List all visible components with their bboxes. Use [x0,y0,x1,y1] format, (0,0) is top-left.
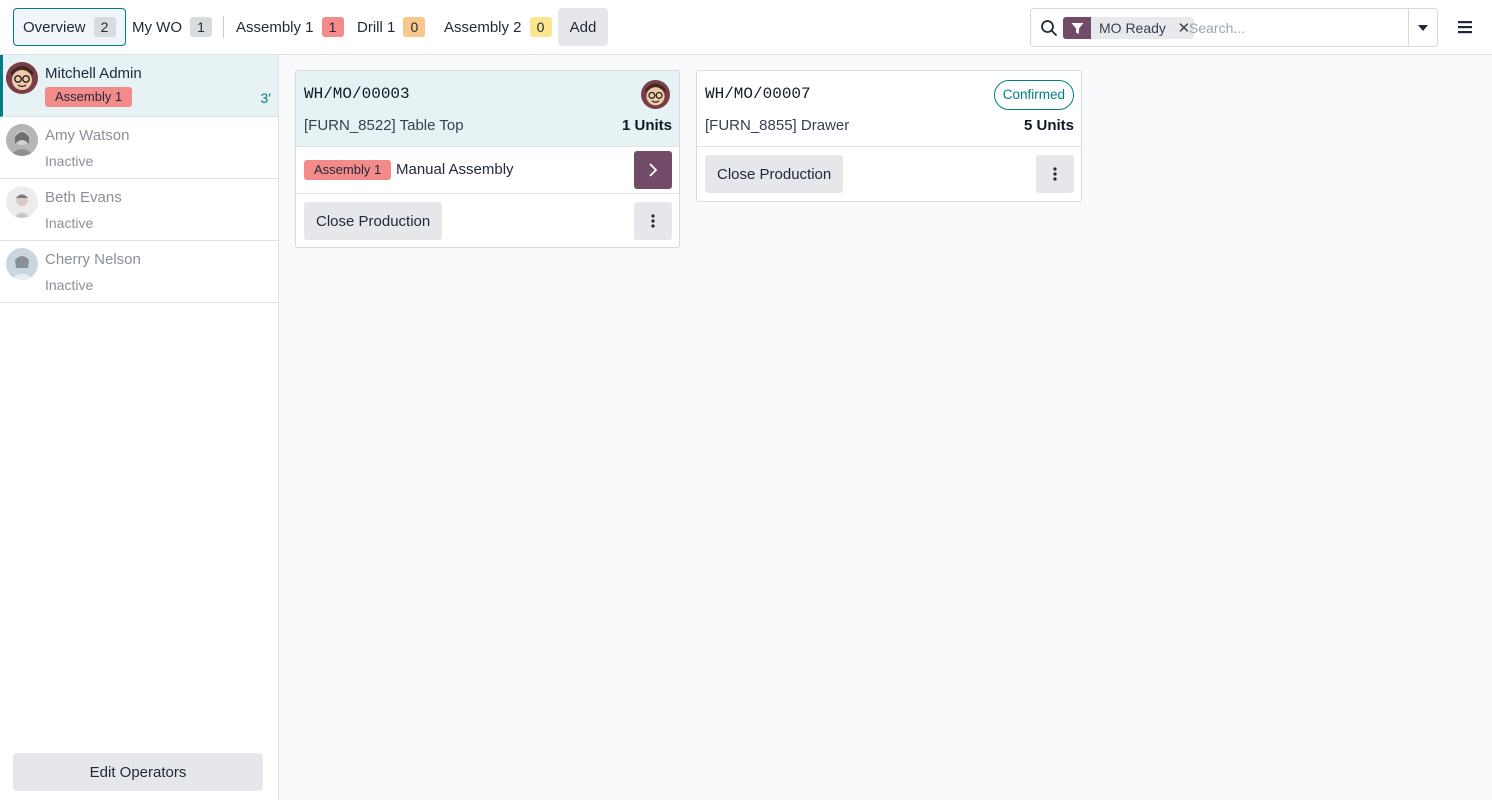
open-workorder-button[interactable] [634,151,672,189]
operator-name: Amy Watson [45,127,130,144]
tab-divider [223,16,224,38]
operation-name: Manual Assembly [396,161,514,178]
tab-assembly-2[interactable]: Assembly 2 0 [435,8,561,46]
status-badge: Confirmed [993,80,1074,110]
operator-status: Inactive [45,215,94,231]
card-header[interactable]: WH/MO/00007 Confirmed [FURN_8855] Drawer… [697,71,1081,147]
operator-item-cherry-nelson[interactable]: Cherry Nelson Inactive [0,241,278,303]
edit-operators-button[interactable]: Edit Operators [13,753,263,791]
facet-label: MO Ready [1099,20,1166,36]
operator-name: Mitchell Admin [45,65,142,82]
card-footer: Close Production [697,147,1081,201]
search-input[interactable] [1189,15,1399,41]
kebab-icon [1053,167,1057,181]
close-production-button[interactable]: Close Production [304,202,443,240]
avatar [6,62,38,94]
operator-item-amy-watson[interactable]: Amy Watson Inactive [0,117,278,179]
product-quantity: 5 Units [1023,117,1074,134]
tab-label: Drill 1 [357,18,396,36]
top-bar: Overview 2 My WO 1 Assembly 1 1 Drill 1 … [0,0,1492,55]
avatar [6,186,38,218]
tab-assembly-1[interactable]: Assembly 1 1 [227,8,353,46]
more-options-button[interactable] [634,202,672,240]
tab-overview[interactable]: Overview 2 [13,8,126,46]
production-card: WH/MO/00003 [FURN_8522] Table Top 1 Unit… [295,70,680,248]
kebab-icon [651,214,655,228]
avatar [641,80,670,109]
tab-label: Assembly 1 [236,18,314,36]
card-footer: Close Production [296,194,679,248]
mo-reference: WH/MO/00003 [304,85,410,103]
chevron-right-icon [649,163,658,177]
tab-count-badge: 0 [403,17,426,37]
search-bar: MO Ready ✕ [1030,8,1438,47]
tab-count-badge: 2 [93,17,116,37]
filter-icon [1063,17,1091,39]
mo-reference: WH/MO/00007 [705,85,811,103]
operator-status: Inactive [45,277,94,293]
tab-label: Overview [23,18,86,36]
workcenter-badge: Assembly 1 [45,87,133,107]
tab-count-badge: 1 [190,17,212,37]
operators-panel: Mitchell Admin Assembly 1 3' Amy Watson … [0,55,279,800]
product-quantity: 1 Units [621,117,672,134]
tab-my-wo[interactable]: My WO 1 [123,8,221,46]
operator-status: Inactive [45,153,94,169]
tab-label: My WO [132,18,182,36]
tab-drill-1[interactable]: Drill 1 0 [348,8,434,46]
elapsed-time: 3' [260,90,271,106]
workorder-row[interactable]: Assembly 1 Manual Assembly [296,147,679,194]
close-production-button[interactable]: Close Production [705,155,844,193]
card-header[interactable]: WH/MO/00003 [FURN_8522] Table Top 1 Unit… [296,71,679,147]
operator-item-beth-evans[interactable]: Beth Evans Inactive [0,179,278,241]
search-options-toggle[interactable] [1408,9,1437,46]
tab-label: Assembly 2 [444,18,522,36]
search-facet: MO Ready ✕ [1063,17,1194,39]
caret-down-icon [1418,24,1428,31]
operator-item-mitchell-admin[interactable]: Mitchell Admin Assembly 1 3' [0,55,278,117]
search-icon[interactable] [1040,19,1058,37]
avatar [6,124,38,156]
product-name: [FURN_8522] Table Top [304,117,464,134]
product-name: [FURN_8855] Drawer [705,117,850,134]
production-card: WH/MO/00007 Confirmed [FURN_8855] Drawer… [696,70,1082,202]
menu-icon[interactable] [1455,17,1475,37]
avatar [6,248,38,280]
tab-count-badge: 1 [321,17,344,37]
operator-name: Beth Evans [45,189,122,206]
add-workcenter-button[interactable]: Add [558,8,608,46]
operator-name: Cherry Nelson [45,251,141,268]
workcenter-badge: Assembly 1 [304,160,392,180]
tab-count-badge: 0 [529,17,552,37]
more-options-button[interactable] [1036,155,1074,193]
